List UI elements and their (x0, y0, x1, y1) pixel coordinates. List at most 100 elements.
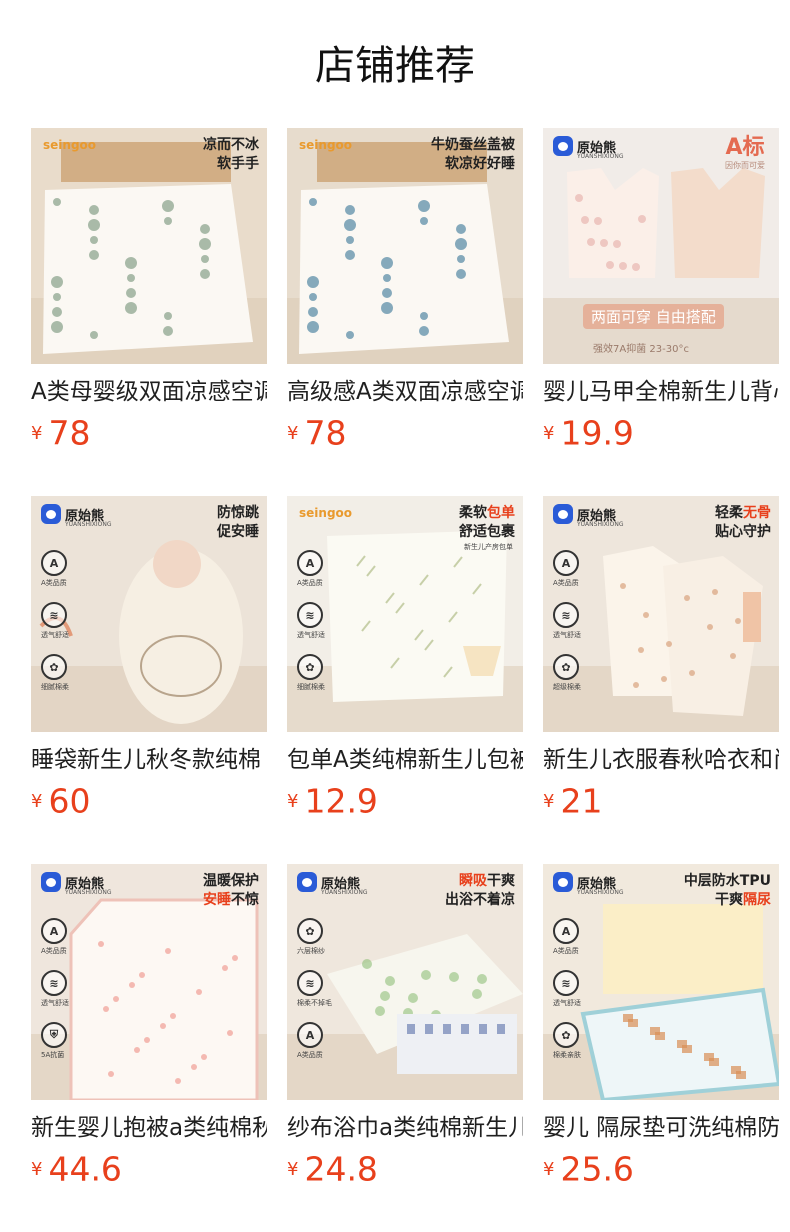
product-name-text: 新生婴儿抱被a类纯棉秋冬 (31, 1115, 267, 1141)
product-name[interactable]: 纱布浴巾a类纯棉新生儿 (287, 1113, 523, 1143)
currency-symbol: ¥ (31, 790, 43, 812)
product-card[interactable]: 原始熊 YUANSHIXIONG 瞬吸干爽 出浴不着凉 ✿ 六层棉纱 ≋ 棉柔不掉毛 A A类品质… (287, 864, 523, 1196)
feature-icon: ✿ (553, 1022, 579, 1048)
product-image[interactable]: seingoo 柔软包单 舒适包裹 新生儿产房包单 A A类品质 ≋ 透气舒适 ✿ 细腻棉柔 (287, 496, 523, 732)
product-card[interactable]: seingoo 凉而不冰软手手 A类母婴级双面凉感空调被 ¥78 (31, 128, 267, 460)
product-image[interactable]: 原始熊 YUANSHIXIONG 中层防水TPU 干爽隔尿 A A类品质 ≋ 透气舒适 ✿ 棉柔亲… (543, 864, 779, 1100)
product-name-text: 睡袋新生儿秋冬款纯棉 (31, 747, 261, 773)
product-card[interactable]: seingoo 牛奶蚕丝盖被软凉好好睡高级感A类双面凉感空调被 ¥78 (287, 128, 523, 460)
tagline-line: 防惊跳 (217, 505, 259, 521)
currency-symbol: ¥ (287, 1158, 299, 1180)
image-tagline: 中层防水TPU 干爽隔尿 (684, 872, 771, 910)
product-name[interactable]: 高级感A类双面凉感空调被 (287, 377, 523, 407)
price-amount: 19.9 (560, 413, 634, 453)
image-tagline: 瞬吸干爽 出浴不着凉 (445, 872, 515, 910)
tagline-line: 牛奶蚕丝盖被 (431, 137, 515, 153)
bear-logo-icon (553, 136, 573, 156)
brand-subtitle: YUANSHIXIONG (321, 889, 368, 896)
image-tagline: 防惊跳 促安睡 (217, 504, 259, 542)
image-tagline: 温暖保护 安睡不惊 (203, 872, 259, 910)
tagline-line: 软凉好好睡 (445, 156, 515, 172)
product-price: ¥24.8 (287, 1149, 523, 1189)
feature-icon: ≋ (297, 602, 323, 628)
feature-label: 六层棉纱 (297, 947, 325, 955)
product-image[interactable]: 原始熊 YUANSHIXIONG 温暖保护 安睡不惊 A A类品质 ≋ 透气舒适 ⛨ 5A抗菌 (31, 864, 267, 1100)
product-price: ¥25.6 (543, 1149, 779, 1189)
feature-list: A A类品质 ≋ 透气舒适 ⛨ 5A抗菌 (41, 918, 69, 1060)
feature-item: ✿ 细腻棉柔 (297, 654, 325, 692)
product-name[interactable]: 睡袋新生儿秋冬款纯棉 (31, 745, 267, 775)
feature-label: 超级棉柔 (553, 683, 581, 691)
bear-logo-icon (553, 504, 573, 524)
product-name[interactable]: A类母婴级双面凉感空调被 (31, 377, 267, 407)
feature-label: 透气舒适 (41, 999, 69, 1007)
tagline-text: 贴心守护 (715, 524, 771, 540)
feature-item: A A类品质 (553, 918, 581, 956)
feature-item: A A类品质 (553, 550, 581, 588)
product-name[interactable]: 新生婴儿抱被a类纯棉秋冬 (31, 1113, 267, 1143)
product-name[interactable]: 包单A类纯棉新生儿包被 (287, 745, 523, 775)
feature-label: A类品质 (553, 947, 579, 955)
tagline-line: 中层防水TPU (684, 872, 771, 891)
tagline-line: 温暖保护 (203, 872, 259, 891)
feature-item: A A类品质 (41, 918, 69, 956)
feature-icon: ✿ (297, 918, 323, 944)
product-card[interactable]: 原始熊 YUANSHIXIONG 温暖保护 安睡不惊 A A类品质 ≋ 透气舒适 ⛨ 5A抗菌 新生… (31, 864, 267, 1196)
tagline-text: 出浴不着凉 (445, 892, 515, 908)
product-image[interactable]: 原始熊 YUANSHIXIONG 瞬吸干爽 出浴不着凉 ✿ 六层棉纱 ≋ 棉柔不掉毛 A A类品质 (287, 864, 523, 1100)
tagline-text: 中层防水TPU (683, 873, 771, 889)
tagline-text: 柔软 (459, 505, 487, 521)
product-card[interactable]: 原始熊 YUANSHIXIONG 轻柔无骨 贴心守护 A A类品质 ≋ 透气舒适 ✿ 超级棉柔 新生… (543, 496, 779, 828)
feature-label: 棉柔不掉毛 (297, 999, 332, 1007)
feature-list: A A类品质 ≋ 透气舒适 ✿ 棉柔亲肤 (553, 918, 581, 1060)
feature-label: A类品质 (41, 947, 67, 955)
currency-symbol: ¥ (31, 422, 43, 444)
feature-icon: ≋ (297, 970, 323, 996)
product-card[interactable]: 原始熊 YUANSHIXIONG A标 因你而可爱 两面可穿 自由搭配 强效7A抑菌 23… (543, 128, 779, 460)
tagline-line: 促安睡 (217, 524, 259, 540)
feature-item: A A类品质 (41, 550, 69, 588)
feature-icon: ≋ (553, 602, 579, 628)
product-name[interactable]: 新生儿衣服春秋哈衣和尚服 (543, 745, 779, 775)
image-tagline: 轻柔无骨 贴心守护 (715, 504, 771, 542)
tagline-text: 干爽 (487, 873, 515, 889)
currency-symbol: ¥ (31, 1158, 43, 1180)
product-name[interactable]: 婴儿马甲全棉新生儿背心 (543, 377, 779, 407)
feature-item: A A类品质 (297, 1022, 332, 1060)
brand-subtitle: YUANSHIXIONG (65, 889, 112, 896)
feature-item: ⛨ 5A抗菌 (41, 1022, 69, 1060)
product-name[interactable]: 婴儿 隔尿垫可洗纯棉防水 (543, 1113, 779, 1143)
product-image[interactable]: 原始熊 YUANSHIXIONG 轻柔无骨 贴心守护 A A类品质 ≋ 透气舒适 ✿ 超级棉柔 (543, 496, 779, 732)
tagline-line: 轻柔无骨 (715, 504, 771, 523)
currency-symbol: ¥ (543, 790, 555, 812)
product-image[interactable]: 原始熊 YUANSHIXIONG A标 因你而可爱 两面可穿 自由搭配 强效7A抑菌 23… (543, 128, 779, 364)
tagline-highlight: 隔尿 (743, 892, 771, 908)
product-name-text: 包单A类纯棉新生儿包被 (287, 747, 523, 773)
tagline-line: 贴心守护 (715, 523, 771, 542)
product-image[interactable]: seingoo 牛奶蚕丝盖被 软凉好好睡 (287, 128, 523, 364)
tagline-line: 瞬吸干爽 (445, 872, 515, 891)
product-card[interactable]: 原始熊 YUANSHIXIONG 中层防水TPU 干爽隔尿 A A类品质 ≋ 透气舒适 ✿ 棉柔亲… (543, 864, 779, 1196)
product-image[interactable]: seingoo 凉而不冰 软手手 (31, 128, 267, 364)
feature-item: ✿ 六层棉纱 (297, 918, 332, 956)
tagline-text: 温暖保护 (203, 873, 259, 889)
product-image[interactable]: 原始熊 YUANSHIXIONG 防惊跳 促安睡 A A类品质 ≋ 透气舒适 ✿ 细腻棉柔 (31, 496, 267, 732)
product-name-text: 婴儿马甲全棉新生儿背心 (543, 379, 779, 405)
price-amount: 78 (48, 413, 91, 453)
feature-item: ≋ 透气舒适 (41, 602, 69, 640)
feature-item: ✿ 棉柔亲肤 (553, 1022, 581, 1060)
feature-label: 细腻棉柔 (297, 683, 325, 691)
product-name-text: A类母婴级双面凉感空调被 (31, 379, 267, 405)
feature-item: ≋ 透气舒适 (553, 602, 581, 640)
feature-item: ≋ 透气舒适 (297, 602, 325, 640)
tagline-line: 安睡不惊 (203, 891, 259, 910)
feature-item: ✿ 超级棉柔 (553, 654, 581, 692)
product-card[interactable]: seingoo 柔软包单 舒适包裹 新生儿产房包单 A A类品质 ≋ 透气舒适 ✿ 细腻棉柔 包单A… (287, 496, 523, 828)
feature-icon: A (41, 918, 67, 944)
bear-logo-icon (41, 504, 61, 524)
feature-icon: ≋ (41, 602, 67, 628)
product-card[interactable]: 原始熊 YUANSHIXIONG 防惊跳 促安睡 A A类品质 ≋ 透气舒适 ✿ 细腻棉柔 睡袋新生… (31, 496, 267, 828)
feature-item: ≋ 棉柔不掉毛 (297, 970, 332, 1008)
tagline-text: 轻柔 (715, 505, 743, 521)
tagline-line: 柔软包单 (459, 504, 515, 523)
